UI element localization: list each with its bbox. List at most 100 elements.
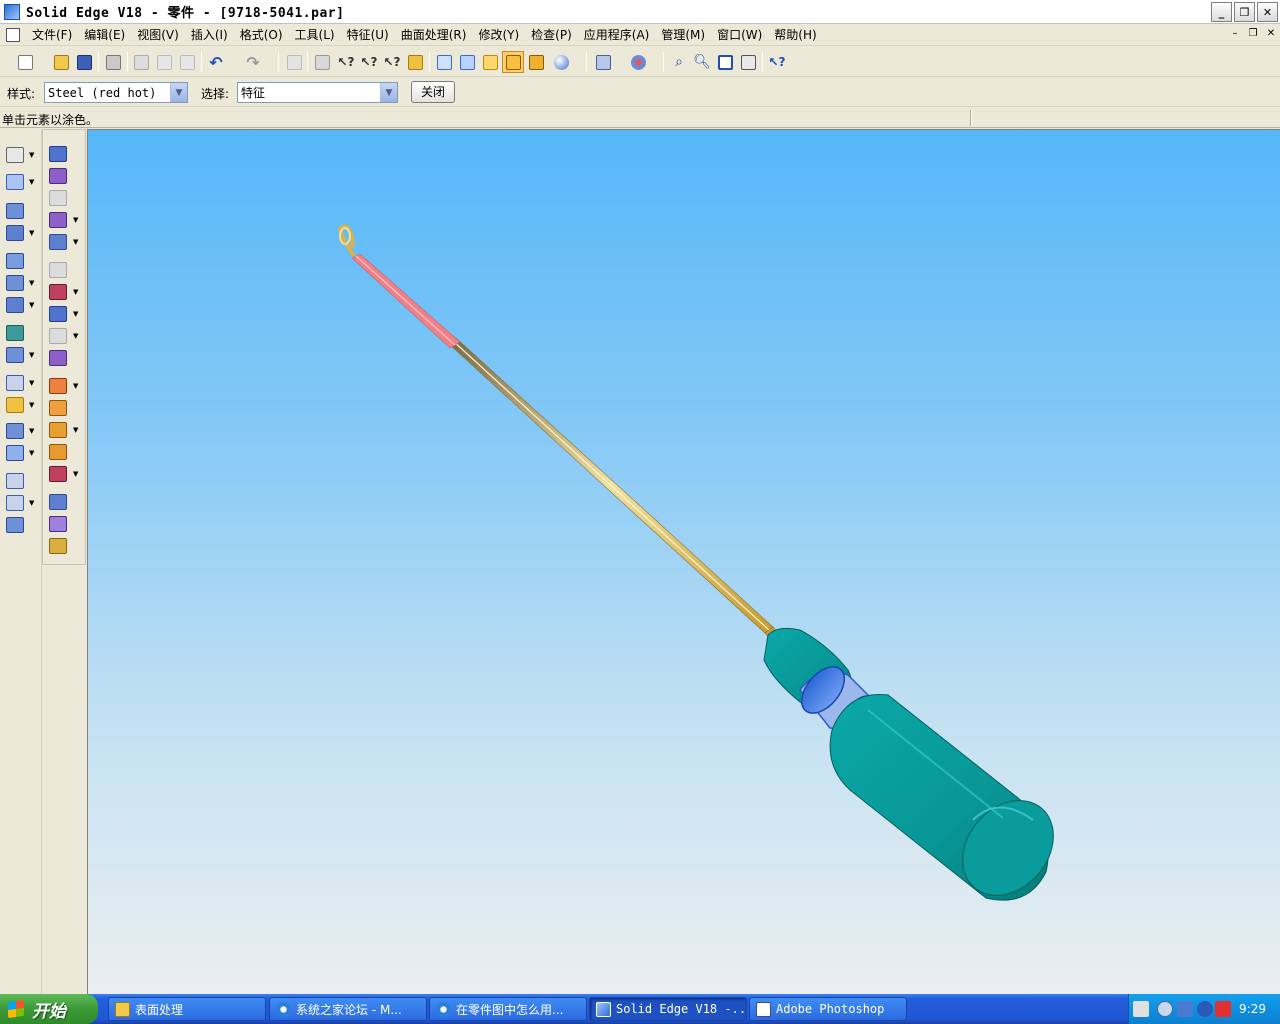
thin-wall-icon[interactable] xyxy=(6,397,24,413)
named-views-button[interactable] xyxy=(627,51,649,73)
zoom-button[interactable]: 🔍︎ xyxy=(691,51,713,73)
doc-restore-button[interactable]: ❐ xyxy=(1246,27,1260,41)
part-copy-icon[interactable] xyxy=(6,517,24,533)
graphics-viewport[interactable] xyxy=(87,129,1280,994)
keyboard-icon[interactable] xyxy=(1133,1001,1149,1017)
sketch-icon[interactable] xyxy=(6,174,24,190)
shaded-edges-button[interactable] xyxy=(502,51,524,73)
blend-icon[interactable] xyxy=(49,378,67,394)
emboss-icon[interactable] xyxy=(49,350,67,366)
hook-tip[interactable] xyxy=(337,224,356,258)
chevron-down-icon[interactable]: ▼ xyxy=(29,351,34,359)
rotate-button[interactable] xyxy=(737,51,759,73)
view-orientation-button[interactable] xyxy=(592,51,614,73)
render-button[interactable] xyxy=(550,51,572,73)
chamfer-icon[interactable] xyxy=(6,347,24,363)
chevron-down-icon[interactable]: ▼ xyxy=(73,382,78,390)
doc-minimize-button[interactable]: – xyxy=(1228,27,1242,41)
wireframe-view-button[interactable] xyxy=(433,51,455,73)
rib-icon[interactable] xyxy=(49,234,67,250)
menu-view[interactable]: 视图(V) xyxy=(131,24,185,46)
web-network-icon[interactable] xyxy=(49,284,67,300)
menu-edit[interactable]: 编辑(E) xyxy=(78,24,131,46)
chevron-down-icon[interactable]: ▼ xyxy=(170,83,187,102)
select-dropdown[interactable]: 特征 ▼ xyxy=(237,82,398,103)
menu-inspect[interactable]: 检查(P) xyxy=(525,24,578,46)
chevron-down-icon[interactable]: ▼ xyxy=(73,310,78,318)
title-bar[interactable]: Solid Edge V18 - 零件 - [9718-5041.par] _ … xyxy=(0,0,1280,24)
antivirus-icon[interactable] xyxy=(1215,1001,1231,1017)
select-tool-icon[interactable] xyxy=(6,147,24,163)
back-button[interactable] xyxy=(283,51,305,73)
paste-button[interactable] xyxy=(176,51,198,73)
menu-manage[interactable]: 管理(M) xyxy=(655,24,711,46)
cut-button[interactable] xyxy=(130,51,152,73)
query-tool-c[interactable]: ↖? xyxy=(381,51,403,73)
copy-button[interactable] xyxy=(153,51,175,73)
menu-window[interactable]: 窗口(W) xyxy=(711,24,768,46)
highlight-tool[interactable] xyxy=(404,51,426,73)
close-window-button[interactable]: ✕ xyxy=(1257,2,1278,22)
chevron-down-icon[interactable]: ▼ xyxy=(73,288,78,296)
taskbar-item-solid-edge[interactable]: Solid Edge V18 -... xyxy=(589,997,747,1021)
smooth-shade-button[interactable] xyxy=(525,51,547,73)
chevron-down-icon[interactable]: ▼ xyxy=(73,216,78,224)
cutout-icon[interactable] xyxy=(6,253,24,269)
new-button[interactable] xyxy=(14,51,36,73)
taskbar-item-ie-forum[interactable]: 系统之家论坛 - M... xyxy=(269,997,427,1021)
revolved-cutout-icon[interactable] xyxy=(6,275,24,291)
network-icon[interactable] xyxy=(1177,1001,1193,1017)
chevron-down-icon[interactable]: ▼ xyxy=(73,332,78,340)
security-icon[interactable] xyxy=(1197,1001,1213,1017)
protrusion-icon[interactable] xyxy=(6,203,24,219)
menu-modify[interactable]: 修改(Y) xyxy=(472,24,525,46)
query-tool-b[interactable]: ↖? xyxy=(358,51,380,73)
menu-applications[interactable]: 应用程序(A) xyxy=(578,24,656,46)
undo-button[interactable]: ↶ xyxy=(205,51,227,73)
loft-icon[interactable] xyxy=(49,212,67,228)
round-icon[interactable] xyxy=(6,325,24,341)
curve-icon[interactable] xyxy=(6,473,24,489)
chevron-down-icon[interactable]: ▼ xyxy=(29,301,34,309)
menu-file[interactable]: 文件(F) xyxy=(26,24,78,46)
mirror-icon[interactable] xyxy=(6,445,24,461)
chevron-down-icon[interactable]: ▼ xyxy=(73,238,78,246)
style-dropdown[interactable]: Steel (red hot) ▼ xyxy=(44,82,188,103)
physical-properties-icon[interactable] xyxy=(49,538,67,554)
menu-features[interactable]: 特征(U) xyxy=(341,24,395,46)
taskbar-item-ie-question[interactable]: 在零件图中怎么用... xyxy=(429,997,587,1021)
print-button[interactable] xyxy=(102,51,124,73)
split-body-icon[interactable] xyxy=(49,494,67,510)
menu-format[interactable]: 格式(O) xyxy=(234,24,289,46)
fit-button[interactable] xyxy=(714,51,736,73)
doc-close-button[interactable]: ✕ xyxy=(1264,27,1278,41)
start-button[interactable]: 开始 xyxy=(0,994,98,1024)
chevron-down-icon[interactable]: ▼ xyxy=(29,151,34,159)
chevron-down-icon[interactable]: ▼ xyxy=(29,427,34,435)
sweep-icon[interactable] xyxy=(49,146,67,162)
split-curve-icon[interactable] xyxy=(49,466,67,482)
query-tool-a[interactable]: ↖? xyxy=(335,51,357,73)
chevron-down-icon[interactable]: ▼ xyxy=(29,401,34,409)
minimize-button[interactable]: _ xyxy=(1211,2,1232,22)
bounded-surface-icon[interactable] xyxy=(49,400,67,416)
menu-tools[interactable]: 工具(L) xyxy=(289,24,341,46)
redo-button[interactable]: ↷ xyxy=(242,51,264,73)
pattern-icon[interactable] xyxy=(6,375,24,391)
lip-icon[interactable] xyxy=(49,306,67,322)
add-body-icon[interactable] xyxy=(49,516,67,532)
hidden-edges-button[interactable] xyxy=(456,51,478,73)
stitch-icon[interactable] xyxy=(49,444,67,460)
chevron-down-icon[interactable]: ▼ xyxy=(29,229,34,237)
plane-icon[interactable] xyxy=(6,495,24,511)
chevron-down-icon[interactable]: ▼ xyxy=(29,279,34,287)
offset-surface-icon[interactable] xyxy=(49,422,67,438)
chevron-down-icon[interactable]: ▼ xyxy=(29,449,34,457)
chevron-down-icon[interactable]: ▼ xyxy=(380,83,397,102)
help-button[interactable]: ↖? xyxy=(766,51,788,73)
taskbar-item-folder[interactable]: 表面处理 xyxy=(108,997,266,1021)
draft-icon[interactable] xyxy=(6,423,24,439)
open-button[interactable] xyxy=(50,51,72,73)
solid-edge-app-icon[interactable] xyxy=(4,3,20,20)
document-icon[interactable] xyxy=(6,27,20,42)
